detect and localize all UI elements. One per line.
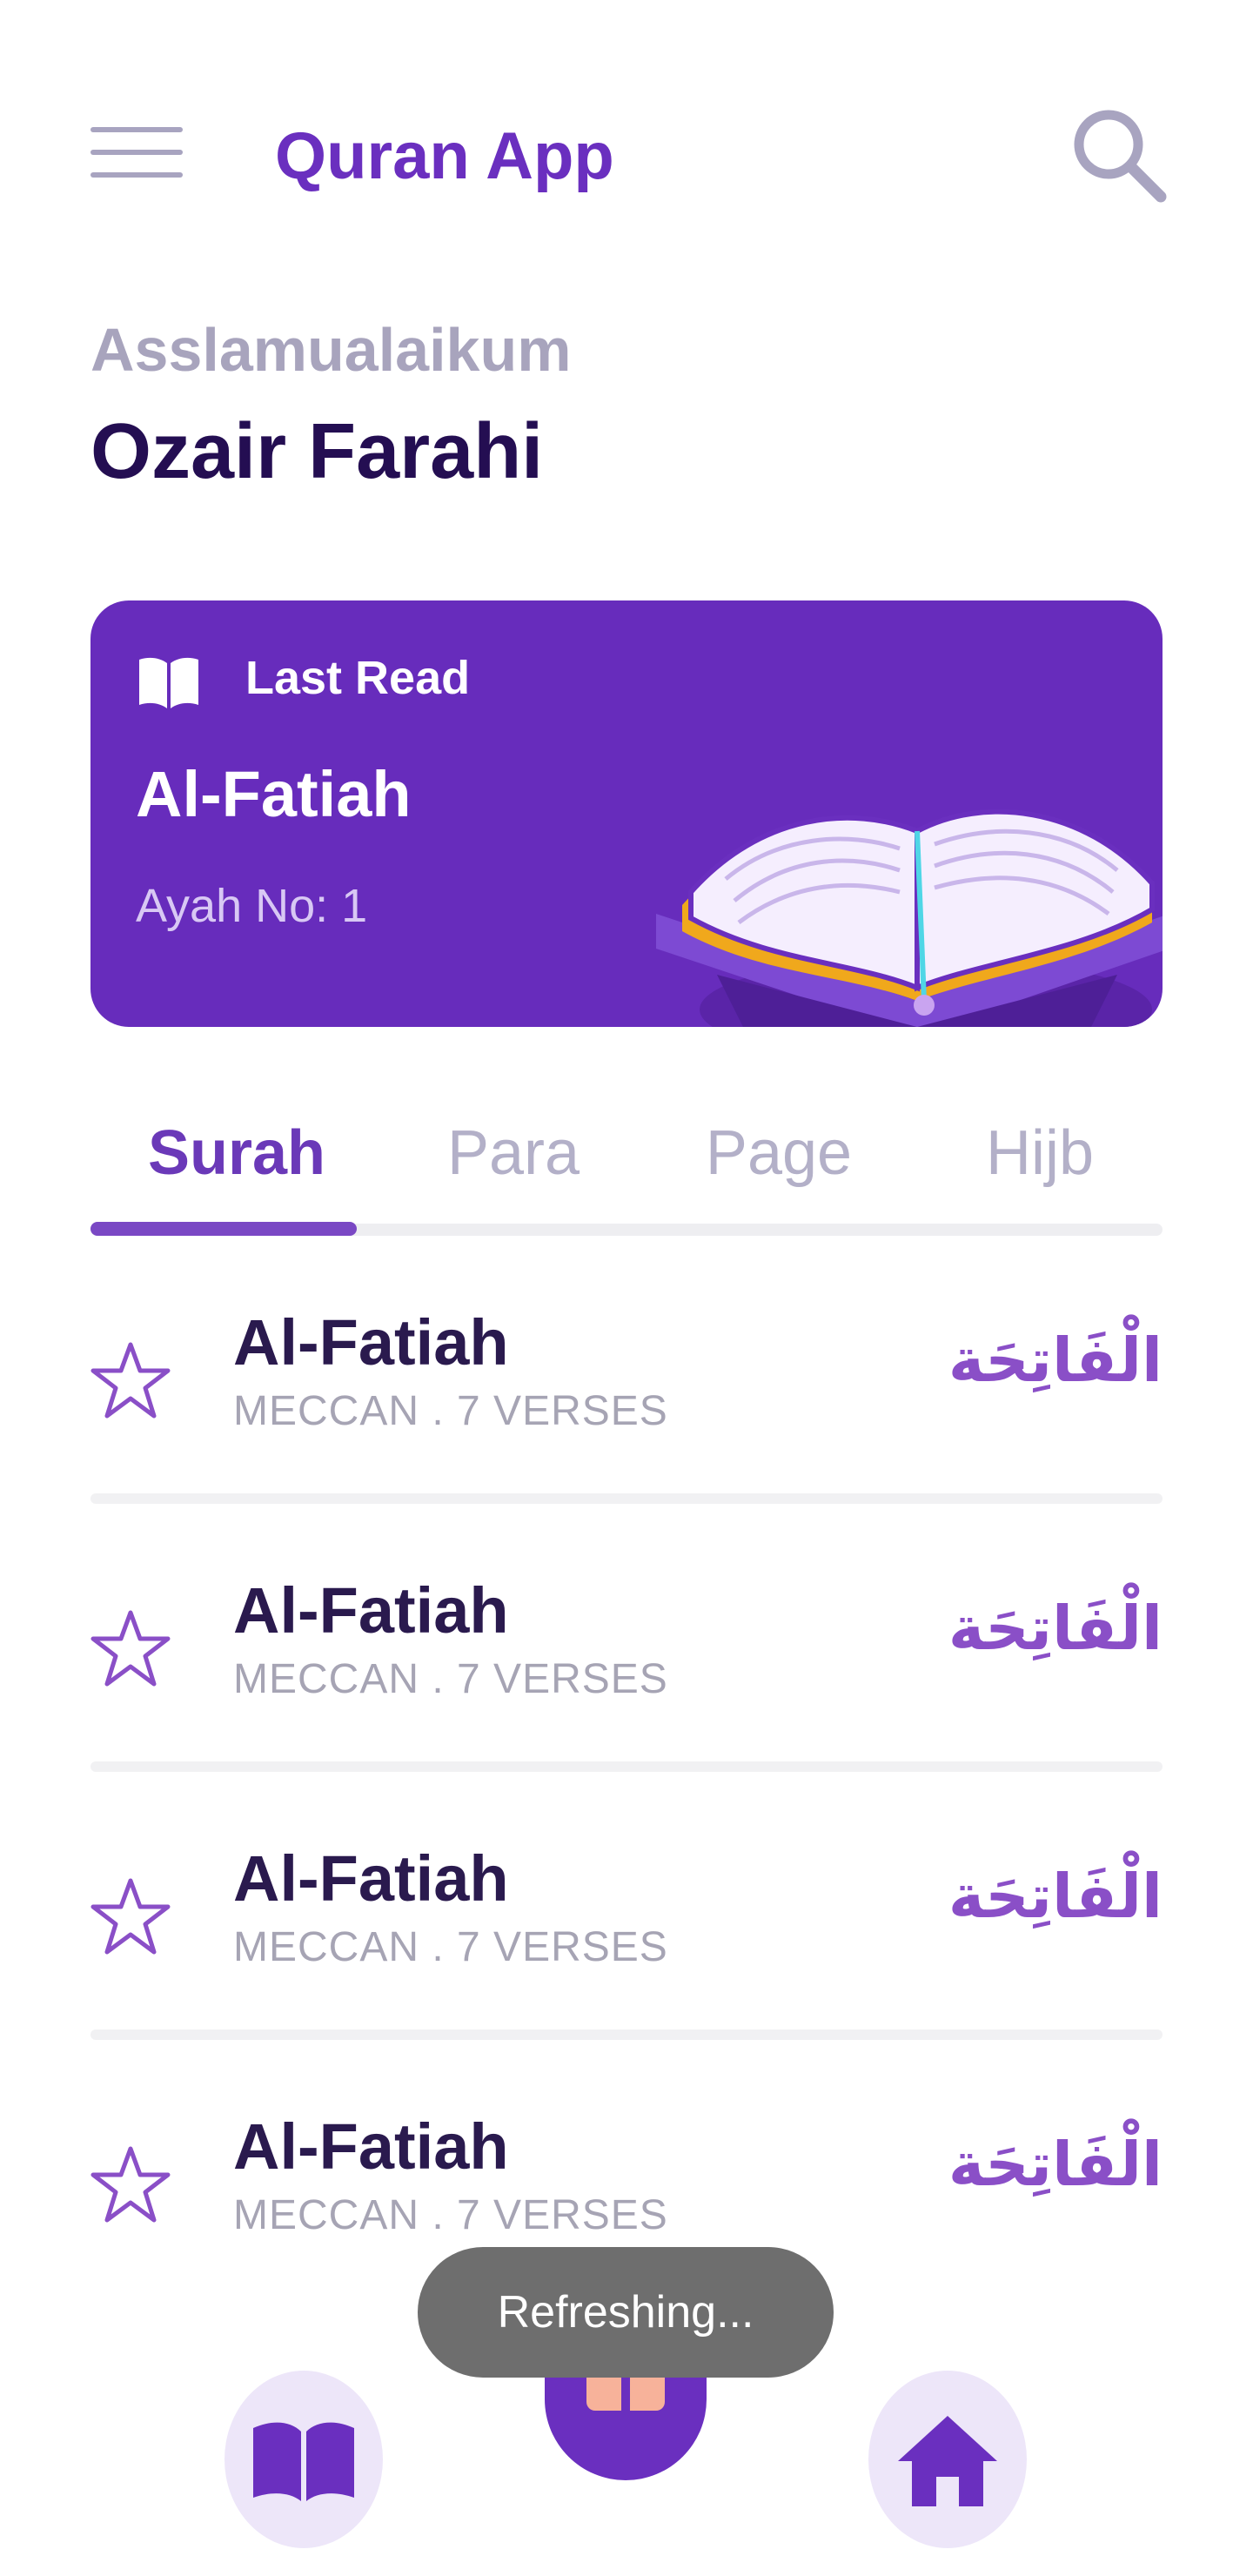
list-divider	[90, 1493, 1163, 1504]
star-icon[interactable]	[90, 2144, 171, 2224]
toast-message: Refreshing...	[418, 2247, 834, 2378]
tab-para[interactable]: Para	[383, 1105, 644, 1201]
open-book-icon	[136, 654, 202, 712]
tab-surah[interactable]: Surah	[90, 1105, 383, 1201]
list-item[interactable]: Al-Fatiah MECCAN . 7 VERSES الْفَاتِحَة	[90, 1808, 1163, 2036]
nav-home-button[interactable]	[868, 2371, 1027, 2548]
surah-arabic-name: الْفَاتِحَة	[948, 1861, 1163, 1932]
app-title: Quran App	[275, 119, 614, 193]
user-name: Ozair Farahi	[90, 408, 544, 495]
star-icon[interactable]	[90, 1876, 171, 1956]
list-divider	[90, 1761, 1163, 1772]
home-icon	[898, 2416, 997, 2506]
surah-name: Al-Fatiah	[233, 1842, 509, 1915]
surah-arabic-name: الْفَاتِحَة	[948, 1325, 1163, 1396]
star-icon[interactable]	[90, 1340, 171, 1420]
list-divider	[90, 2029, 1163, 2040]
surah-arabic-name: الْفَاتِحَة	[948, 1593, 1163, 1664]
tab-hijb[interactable]: Hijb	[914, 1105, 1166, 1201]
nav-quran-button[interactable]	[224, 2371, 383, 2548]
surah-name: Al-Fatiah	[233, 1306, 509, 1379]
last-read-card[interactable]: Last Read Al-Fatiah Ayah No: 1	[90, 600, 1163, 1027]
surah-meta: MECCAN . 7 VERSES	[233, 1656, 668, 1702]
quran-illustration	[656, 808, 1163, 1027]
surah-meta: MECCAN . 7 VERSES	[233, 2192, 668, 2238]
greeting-text: Asslamualaikum	[90, 316, 572, 384]
surah-meta: MECCAN . 7 VERSES	[233, 1388, 668, 1434]
list-item[interactable]: Al-Fatiah MECCAN . 7 VERSES الْفَاتِحَة	[90, 1272, 1163, 1500]
list-item[interactable]: Al-Fatiah MECCAN . 7 VERSES الْفَاتِحَة	[90, 1540, 1163, 1768]
last-read-label: Last Read	[245, 652, 471, 704]
surah-name: Al-Fatiah	[233, 1574, 509, 1647]
surah-arabic-name: الْفَاتِحَة	[948, 2129, 1163, 2200]
tab-page[interactable]: Page	[644, 1105, 914, 1201]
last-read-ayah: Ayah No: 1	[136, 880, 368, 932]
last-read-surah: Al-Fatiah	[136, 758, 412, 830]
surah-meta: MECCAN . 7 VERSES	[233, 1924, 668, 1970]
tab-active-indicator	[90, 1222, 357, 1236]
hamburger-menu-icon[interactable]	[90, 122, 183, 183]
star-icon[interactable]	[90, 1608, 171, 1688]
search-icon[interactable]	[1065, 103, 1169, 207]
book-icon	[253, 2422, 354, 2501]
surah-name: Al-Fatiah	[233, 2110, 509, 2183]
